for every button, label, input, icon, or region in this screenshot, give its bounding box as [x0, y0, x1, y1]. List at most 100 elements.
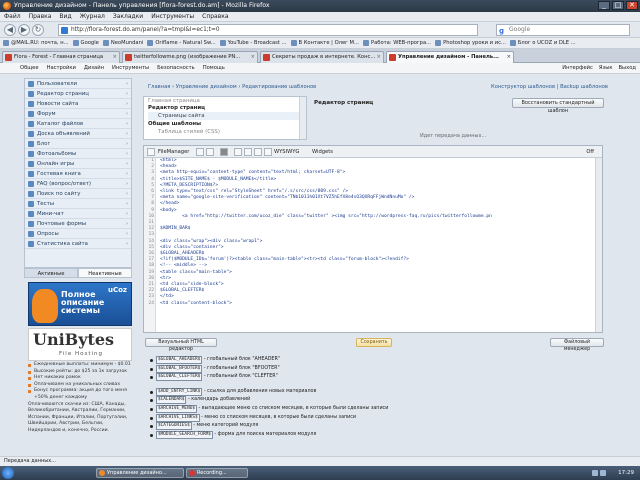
close-tab-icon[interactable]: × — [377, 52, 381, 63]
bookmark-item[interactable]: @MAIL.RU: почта, н... — [3, 38, 69, 48]
file-manager-label[interactable]: FileManager — [158, 146, 189, 158]
sidebar-item-photo[interactable]: Фотоальбомы › — [25, 149, 131, 159]
code-line[interactable]: <td class="content-block"> — [160, 301, 594, 307]
sidebar-item-forum[interactable]: Форум › — [25, 109, 131, 119]
close-tab-icon[interactable]: × — [113, 52, 117, 63]
language-link[interactable]: Язык — [599, 63, 613, 74]
template-tools-links[interactable]: Конструктор шаблонов | Backup шаблонов — [458, 83, 608, 92]
bookmark-item[interactable]: Блог о UCOZ и DLE ... — [509, 38, 576, 48]
variable-code[interactable]: $ARCHIVE_MENU$ — [156, 404, 198, 413]
code-area[interactable]: 1 2 3 4 5 6 7 8 9 10 11 12 13 14 15 16 17 18 19 20 21 22 23 24 … — [144, 158, 596, 332]
undo-icon[interactable] — [196, 148, 204, 156]
code-editor[interactable]: FileManager WYSIWYG Widgets Off 12345678… — [143, 145, 603, 333]
admin-menu-settings[interactable]: Настройки — [47, 63, 76, 74]
sidebar-item-users[interactable]: Пользователи › — [25, 79, 131, 89]
template-list-scrollbar[interactable] — [299, 97, 306, 139]
logout-link[interactable]: Выход — [619, 63, 637, 74]
tab-flora-home[interactable]: Flora - Forest - Главная страница × — [2, 51, 120, 63]
variable-code[interactable]: $ARCHIVE_LINKS$ — [156, 413, 200, 422]
highlight-off-toggle[interactable]: Off — [586, 146, 594, 158]
sidebar-item-search[interactable]: Поиск по сайту › — [25, 189, 131, 199]
file-manager-button[interactable]: Файловый менеджер — [550, 338, 604, 352]
interface-link[interactable]: Интерфейс — [562, 63, 593, 74]
unibytes-banner[interactable]: UniBytes File Hosting — [28, 328, 132, 361]
reload-button[interactable]: ↻ — [32, 24, 44, 36]
taskbar-firefox[interactable]: Управление дизайно... — [96, 468, 184, 478]
tab-design-panel[interactable]: Управление дизайном - Панель... × — [386, 51, 514, 63]
fullscreen-icon[interactable] — [220, 148, 228, 156]
variable-code[interactable]: $CATEGORIES$ — [156, 422, 192, 431]
network-tray-icon[interactable] — [592, 470, 598, 476]
goto-line-icon[interactable] — [254, 148, 262, 156]
admin-menu-security[interactable]: Безопасность — [157, 63, 195, 74]
admin-menu-help[interactable]: Помощь — [203, 63, 225, 74]
bookmark-item[interactable]: В Контакте | Олег М... — [290, 38, 359, 48]
menu-file[interactable]: Файл — [4, 12, 21, 22]
close-tab-icon[interactable]: × — [251, 52, 255, 63]
editor-scrollbar[interactable] — [595, 158, 602, 332]
sidebar-item-minichat[interactable]: Мини-чат › — [25, 209, 131, 219]
sidebar-item-news[interactable]: Новости сайта › — [25, 99, 131, 109]
volume-tray-icon[interactable] — [600, 470, 606, 476]
format-icon[interactable] — [264, 148, 272, 156]
template-item[interactable]: Таблица стилей (CSS) — [148, 128, 302, 136]
sidebar-item-tests[interactable]: Тесты › — [25, 199, 131, 209]
sidebar-item-guestbook[interactable]: Гостевая книга › — [25, 169, 131, 179]
maximize-button[interactable]: □ — [612, 1, 624, 10]
sidebar-item-polls[interactable]: Опросы › — [25, 229, 131, 239]
tab-active-modules[interactable]: Активные — [24, 268, 78, 278]
variable-code[interactable]: $GLOBAL_BFOOTER$ — [156, 364, 203, 373]
start-button[interactable] — [2, 467, 14, 479]
close-window-button[interactable]: ✕ — [626, 1, 638, 10]
sidebar-item-faq[interactable]: FAQ (вопрос/ответ) › — [25, 179, 131, 189]
sidebar-item-stats[interactable]: Статистика сайта › — [25, 239, 131, 249]
search-icon[interactable] — [234, 148, 242, 156]
back-button[interactable]: ◀ — [4, 24, 16, 36]
admin-menu-design[interactable]: Дизайн — [84, 63, 104, 74]
variable-code[interactable]: $GLOBAL_CLEFTER$ — [156, 373, 203, 382]
menu-help[interactable]: Справка — [202, 12, 228, 22]
sidebar-item-files[interactable]: Каталог файлов › — [25, 119, 131, 129]
template-item-selected[interactable]: Страницы сайта — [148, 112, 302, 120]
admin-menu-general[interactable]: Общее — [20, 63, 39, 74]
bookmark-item[interactable]: Photoshop уроки и ис... — [435, 38, 506, 48]
variable-code[interactable]: $ADD_ENTRY_LINK$ — [156, 387, 203, 396]
sidebar-item-games[interactable]: Онлайн игры › — [25, 159, 131, 169]
minimize-button[interactable]: _ — [598, 1, 610, 10]
address-bar[interactable]: http://flora-forest.do.am/panel/?a=tmpl&… — [58, 24, 478, 36]
bookmark-item[interactable]: NeoMundani — [102, 38, 143, 48]
ucoz-banner[interactable]: uCoz Полное описание системы — [28, 282, 132, 326]
file-manager-icon[interactable] — [147, 148, 155, 156]
taskbar-recording[interactable]: Recording... — [186, 468, 248, 478]
visual-html-editor-button[interactable]: Визуальный HTML редактор — [145, 338, 217, 352]
replace-icon[interactable] — [244, 148, 252, 156]
tab-inactive-modules[interactable]: Неактивные — [78, 268, 132, 278]
wysiwyg-toggle[interactable]: WYSIWYG — [274, 146, 299, 158]
variable-code[interactable]: $GLOBAL_AHEADER$ — [156, 356, 203, 364]
variable-code[interactable]: $MODULE_SEARCH_FORM$ — [156, 430, 213, 439]
bookmark-item[interactable]: YouTube - Broadcast ... — [219, 38, 287, 48]
menu-edit[interactable]: Правка — [29, 12, 52, 22]
variable-code[interactable]: $CALENDAR$ — [156, 396, 187, 405]
code-lines[interactable]: <html> <head> <meta http-equiv="content-ty… — [160, 158, 594, 307]
sidebar-item-board[interactable]: Доска объявлений › — [25, 129, 131, 139]
menu-tools[interactable]: Инструменты — [151, 12, 194, 22]
widgets-button[interactable]: Widgets — [312, 146, 333, 158]
forward-button[interactable]: ▶ — [18, 24, 30, 36]
menu-bookmarks[interactable]: Закладки — [113, 12, 143, 22]
tab-sales-secrets[interactable]: Секреты продаж в интернете. Конс... × — [260, 51, 384, 63]
sidebar-item-page-editor[interactable]: Редактор страниц › — [25, 89, 131, 99]
search-input[interactable]: g Google — [496, 24, 630, 36]
redo-icon[interactable] — [206, 148, 214, 156]
restore-default-template-button[interactable]: Восстановить стандартный шаблон — [512, 98, 604, 114]
tab-twitter-image[interactable]: twitterfollowme.png (изображение PN... × — [122, 51, 258, 63]
sidebar-item-mailforms[interactable]: Почтовые формы › — [25, 219, 131, 229]
bookmark-item[interactable]: Google — [72, 38, 99, 48]
sidebar-item-blog[interactable]: Блог › — [25, 139, 131, 149]
save-button[interactable]: Сохранить — [356, 338, 392, 347]
bookmark-item[interactable]: Oriflame - Natural Sw... — [147, 38, 216, 48]
menu-history[interactable]: Журнал — [80, 12, 105, 22]
close-tab-icon[interactable]: × — [507, 52, 511, 63]
bookmark-item[interactable]: Работа: WEB-програ... — [362, 38, 431, 48]
admin-menu-tools[interactable]: Инструменты — [112, 63, 149, 74]
